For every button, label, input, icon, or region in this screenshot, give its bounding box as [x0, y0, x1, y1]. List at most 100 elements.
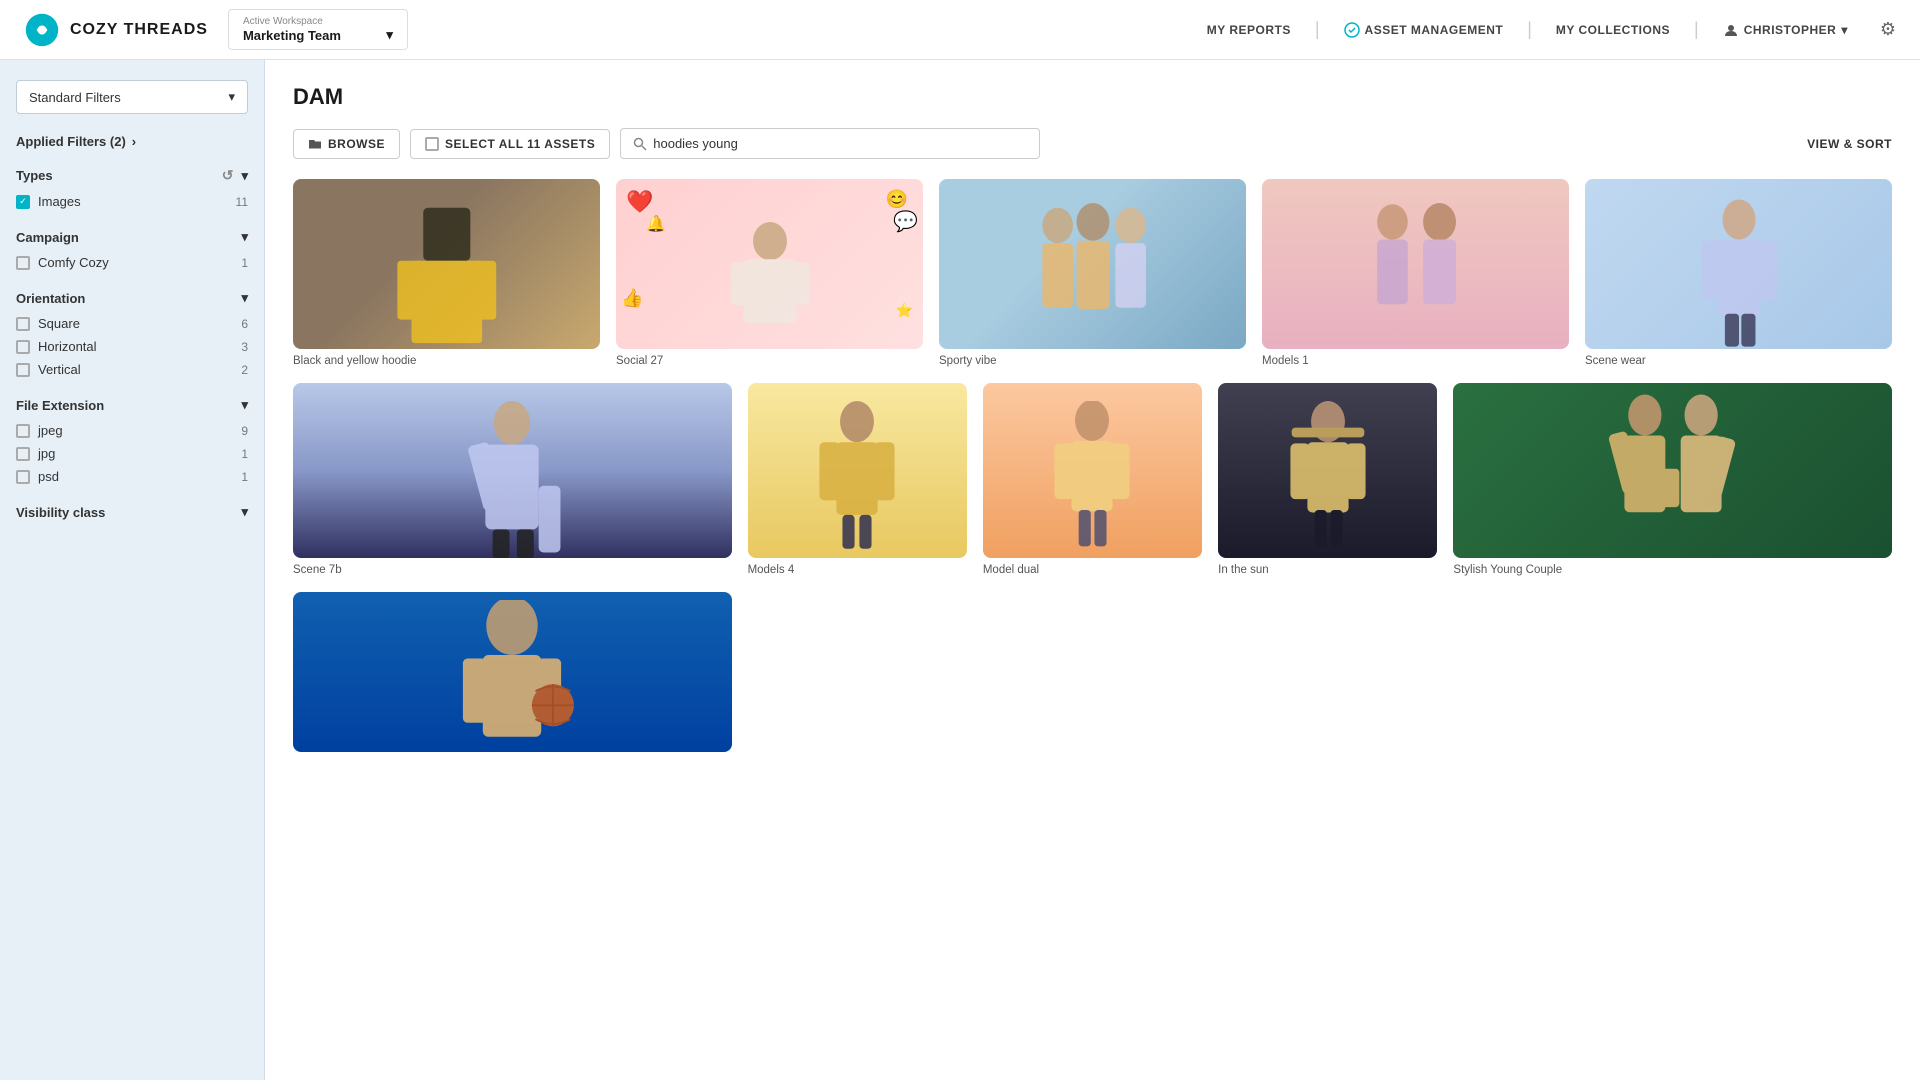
asset-name: Social 27	[616, 355, 923, 367]
visibility-filter-header[interactable]: Visibility class ▾	[16, 504, 248, 520]
select-all-button[interactable]: SELECT ALL 11 ASSETS	[410, 129, 610, 159]
asset-preview-figure	[326, 600, 699, 752]
notification-icon[interactable]: ⚙	[1880, 19, 1896, 40]
asset-name: Black and yellow hoodie	[293, 355, 600, 367]
empty-slot-3	[1218, 592, 1437, 774]
asset-preview-figure	[1475, 392, 1870, 558]
asset-card-models-4[interactable]: Models 4	[748, 383, 967, 576]
asset-name: Models 4	[748, 564, 967, 576]
campaign-filter-header[interactable]: Campaign ▾	[16, 229, 248, 245]
orientation-horizontal-checkbox[interactable]	[16, 340, 30, 354]
view-sort-button[interactable]: VIEW & SORT	[1807, 137, 1892, 151]
orientation-horizontal-item[interactable]: Horizontal 3	[16, 339, 248, 354]
workspace-selector[interactable]: Active workspace Marketing Team ▾	[228, 9, 408, 50]
applied-chevron-icon: ›	[132, 134, 136, 149]
types-filter-section: Types ↺ ▾ Images 11	[16, 167, 248, 209]
workspace-label: Active workspace	[243, 16, 393, 27]
asset-grid-row1: Black and yellow hoodie ❤️ 😊 🔔 💬 👍 ⭐	[293, 179, 1892, 367]
asset-card-social-27[interactable]: ❤️ 😊 🔔 💬 👍 ⭐ Social 27	[616, 179, 923, 367]
user-menu[interactable]: CHRISTOPHER ▾	[1723, 22, 1848, 38]
asset-name: Models 1	[1262, 355, 1569, 367]
user-icon	[1723, 22, 1739, 38]
asset-name: Sporty vibe	[939, 355, 1246, 367]
types-chevron-icon: ▾	[241, 168, 248, 184]
asset-name: Stylish Young Couple	[1453, 564, 1892, 576]
page-title: DAM	[293, 84, 1892, 110]
asset-management-icon	[1344, 22, 1360, 38]
visibility-filter-section: Visibility class ▾	[16, 504, 248, 520]
file-ext-chevron-icon: ▾	[241, 397, 248, 413]
orientation-chevron-icon: ▾	[241, 290, 248, 306]
asset-card-in-the-sun[interactable]: In the sun	[1218, 383, 1437, 576]
orientation-square-checkbox[interactable]	[16, 317, 30, 331]
sidebar: Standard Filters ▾ Applied Filters (2) ›…	[0, 60, 265, 1080]
nav-asset-management[interactable]: ASSET MANAGEMENT	[1344, 22, 1504, 38]
asset-name: Model dual	[983, 564, 1202, 576]
toolbar: BROWSE SELECT ALL 11 ASSETS VIEW & SORT	[293, 128, 1892, 159]
file-ext-psd-item[interactable]: psd 1	[16, 469, 248, 484]
asset-card-stylish-young-couple[interactable]: Stylish Young Couple	[1453, 383, 1892, 576]
empty-slot-4	[1453, 592, 1892, 774]
types-filter-header[interactable]: Types ↺ ▾	[16, 167, 248, 184]
header: COZY THREADS Active workspace Marketing …	[0, 0, 1920, 60]
asset-card-sporty-vibe[interactable]: Sporty vibe	[939, 179, 1246, 367]
asset-card-black-yellow-hoodie[interactable]: Black and yellow hoodie	[293, 179, 600, 367]
asset-name: Scene wear	[1585, 355, 1892, 367]
standard-filters-selector[interactable]: Standard Filters ▾	[16, 80, 248, 114]
asset-preview-figure	[780, 401, 933, 559]
file-extension-filter-header[interactable]: File Extension ▾	[16, 397, 248, 413]
folder-icon	[308, 137, 322, 151]
asset-card-scene-7b[interactable]: Scene 7b	[293, 383, 732, 576]
orientation-filter-header[interactable]: Orientation ▾	[16, 290, 248, 306]
file-ext-jpg-item[interactable]: jpg 1	[16, 446, 248, 461]
types-images-checkbox[interactable]	[16, 195, 30, 209]
asset-card-model-dual[interactable]: Model dual	[983, 383, 1202, 576]
layout: Standard Filters ▾ Applied Filters (2) ›…	[0, 60, 1920, 1080]
asset-preview-figure	[1631, 196, 1846, 349]
workspace-chevron-icon: ▾	[386, 27, 393, 43]
search-bar[interactable]	[620, 128, 1040, 159]
asset-card-models-1[interactable]: Models 1	[1262, 179, 1569, 367]
orientation-vertical-checkbox[interactable]	[16, 363, 30, 377]
campaign-comfy-cozy-item[interactable]: Comfy Cozy 1	[16, 255, 248, 270]
types-reset-icon[interactable]: ↺	[222, 167, 234, 184]
visibility-chevron-icon: ▾	[241, 504, 248, 520]
applied-filters[interactable]: Applied Filters (2) ›	[16, 134, 248, 149]
header-nav: MY REPORTS | ASSET MANAGEMENT | MY COLLE…	[1207, 19, 1896, 40]
asset-preview-figure	[1277, 196, 1553, 349]
file-extension-filter-section: File Extension ▾ jpeg 9 jpg 1	[16, 397, 248, 484]
asset-card-scene-wear[interactable]: Scene wear	[1585, 179, 1892, 367]
orientation-vertical-item[interactable]: Vertical 2	[16, 362, 248, 377]
file-ext-jpg-checkbox[interactable]	[16, 447, 30, 461]
nav-reports[interactable]: MY REPORTS	[1207, 23, 1291, 37]
browse-button[interactable]: BROWSE	[293, 129, 400, 159]
nav-collections[interactable]: MY COLLECTIONS	[1556, 23, 1670, 37]
campaign-chevron-icon: ▾	[241, 229, 248, 245]
user-chevron-icon: ▾	[1841, 23, 1848, 37]
asset-preview-figure	[326, 401, 699, 559]
orientation-square-item[interactable]: Square 6	[16, 316, 248, 331]
asset-name: Scene 7b	[293, 564, 732, 576]
search-input[interactable]	[653, 136, 1027, 151]
asset-preview-figure	[1016, 401, 1170, 559]
orientation-filter-section: Orientation ▾ Square 6 Horizontal 3	[16, 290, 248, 377]
empty-slot-1	[748, 592, 967, 774]
campaign-comfy-cozy-checkbox[interactable]	[16, 256, 30, 270]
asset-preview-figure	[954, 196, 1230, 349]
logo-area: COZY THREADS	[24, 12, 208, 48]
main-content: DAM BROWSE SELECT ALL 11 ASSETS VIEW &	[265, 60, 1920, 1080]
workspace-name: Marketing Team ▾	[243, 27, 393, 43]
select-all-checkbox[interactable]	[425, 137, 439, 151]
file-ext-jpeg-item[interactable]: jpeg 9	[16, 423, 248, 438]
asset-grid-row3	[293, 592, 1892, 774]
types-images-item[interactable]: Images 11	[16, 194, 248, 209]
file-ext-psd-checkbox[interactable]	[16, 470, 30, 484]
file-ext-jpeg-checkbox[interactable]	[16, 424, 30, 438]
asset-preview-figure	[324, 196, 570, 349]
search-icon	[633, 137, 647, 151]
asset-name	[293, 758, 732, 774]
asset-grid-row2: Scene 7b Models 4	[293, 383, 1892, 576]
campaign-filter-section: Campaign ▾ Comfy Cozy 1	[16, 229, 248, 270]
asset-preview-figure	[1251, 401, 1404, 559]
asset-card-last[interactable]	[293, 592, 732, 774]
